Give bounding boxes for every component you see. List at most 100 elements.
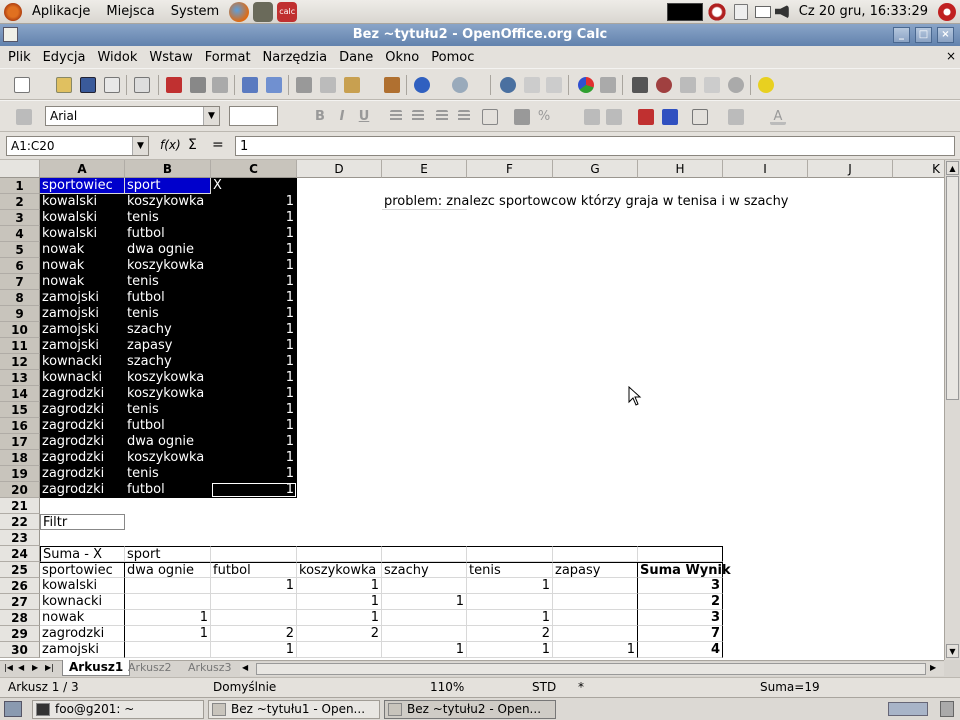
cell-a19[interactable]: zagrodzki — [40, 466, 125, 482]
cell-b5[interactable]: dwa ognie — [125, 242, 211, 258]
menu-format[interactable]: Format — [199, 50, 257, 65]
italic-icon[interactable]: I — [334, 109, 350, 125]
prev-sheet-icon[interactable]: ◀ — [18, 663, 24, 672]
column-header-h[interactable]: H — [638, 160, 723, 178]
pivot-value[interactable]: 1 — [297, 594, 382, 610]
scroll-up-arrow-icon[interactable]: ▲ — [946, 161, 959, 175]
next-sheet-icon[interactable]: ▶ — [32, 663, 38, 672]
save-icon[interactable] — [80, 77, 96, 93]
pivot-value[interactable]: 1 — [467, 642, 553, 658]
column-header-e[interactable]: E — [382, 160, 467, 178]
horizontal-scrollbar[interactable]: ◀ ▶ — [240, 662, 944, 676]
increase-indent-icon[interactable] — [662, 109, 678, 125]
borders-icon[interactable] — [692, 109, 708, 125]
cell-c8[interactable]: 1 — [211, 290, 297, 306]
column-header-f[interactable]: F — [467, 160, 553, 178]
cell-a5[interactable]: nowak — [40, 242, 125, 258]
pivot-col-header[interactable]: tenis — [467, 562, 553, 578]
row-header-21[interactable]: 21 — [0, 498, 40, 514]
pivot-value[interactable] — [382, 610, 467, 626]
pivot-value[interactable] — [553, 578, 638, 594]
cell-b14[interactable]: koszykowka — [125, 386, 211, 402]
pivot-header-blank[interactable] — [553, 546, 638, 562]
pivot-col-header[interactable]: dwa ognie — [125, 562, 211, 578]
maximize-button[interactable]: □ — [915, 27, 932, 43]
cell-b4[interactable]: futbol — [125, 226, 211, 242]
pivot-value[interactable]: 1 — [467, 610, 553, 626]
pivot-value[interactable] — [125, 578, 211, 594]
row-header-8[interactable]: 8 — [0, 290, 40, 306]
pivot-column-field[interactable]: sport — [125, 546, 211, 562]
function-button[interactable]: = — [212, 137, 224, 153]
pivot-row-label[interactable]: zagrodzki — [40, 626, 125, 642]
cell-b18[interactable]: koszykowka — [125, 450, 211, 466]
merge-cells-icon[interactable] — [482, 109, 498, 125]
window-titlebar[interactable]: Bez ~tytułu2 - OpenOffice.org Calc _ □ × — [0, 24, 960, 46]
export-pdf-icon[interactable] — [166, 77, 182, 93]
row-header-23[interactable]: 23 — [0, 530, 40, 546]
font-color-icon[interactable]: A — [770, 109, 786, 125]
gimp-launcher-icon[interactable] — [253, 1, 274, 22]
row-header-22[interactable]: 22 — [0, 514, 40, 530]
chevron-down-icon[interactable]: ▼ — [203, 107, 219, 125]
status-zoom[interactable]: 110% — [430, 680, 464, 694]
row-header-28[interactable]: 28 — [0, 610, 40, 626]
find-replace-icon[interactable] — [632, 77, 648, 93]
cell-c12[interactable]: 1 — [211, 354, 297, 370]
row-header-4[interactable]: 4 — [0, 226, 40, 242]
cell-e2-note[interactable]: problem: znalezc sportowcow którzy graja… — [382, 194, 789, 210]
cell-a7[interactable]: nowak — [40, 274, 125, 290]
row-header-27[interactable]: 27 — [0, 594, 40, 610]
cell-a2[interactable]: kowalski — [40, 194, 125, 210]
cell-c17[interactable]: 1 — [211, 434, 297, 450]
row-header-5[interactable]: 5 — [0, 242, 40, 258]
pivot-header-blank[interactable] — [297, 546, 382, 562]
row-header-26[interactable]: 26 — [0, 578, 40, 594]
row-header-7[interactable]: 7 — [0, 274, 40, 290]
row-header-29[interactable]: 29 — [0, 626, 40, 642]
cell-c20[interactable]: 1 — [211, 482, 297, 498]
menu-system[interactable]: System — [163, 0, 227, 24]
name-box-value[interactable]: A1:C20 — [11, 139, 55, 153]
pivot-value[interactable]: 3 — [638, 578, 723, 594]
pivot-header-blank[interactable] — [211, 546, 297, 562]
column-header-c[interactable]: C — [211, 160, 297, 178]
function-wizard-button[interactable]: f(x) — [160, 138, 181, 152]
paste-icon[interactable] — [344, 77, 360, 93]
vertical-scrollbar[interactable]: ▲ ▼ — [944, 160, 960, 660]
pivot-value[interactable] — [467, 594, 553, 610]
column-header-i[interactable]: I — [723, 160, 808, 178]
pivot-value[interactable] — [125, 594, 211, 610]
namebox-chevron-down-icon[interactable]: ▼ — [132, 137, 148, 155]
pivot-header-blank[interactable] — [382, 546, 467, 562]
hscroll-left-icon[interactable]: ◀ — [242, 663, 248, 672]
row-header-19[interactable]: 19 — [0, 466, 40, 482]
pivot-col-header[interactable]: szachy — [382, 562, 467, 578]
cell-b6[interactable]: koszykowka — [125, 258, 211, 274]
status-mode[interactable]: STD — [532, 680, 556, 694]
help-icon[interactable] — [758, 77, 774, 93]
cell-b1[interactable]: sport — [125, 178, 211, 194]
row-header-15[interactable]: 15 — [0, 402, 40, 418]
cell-a1[interactable]: sportowiec — [40, 178, 125, 194]
pivot-col-header[interactable]: Suma Wynik — [638, 562, 731, 578]
pivot-value[interactable]: 1 — [553, 642, 638, 658]
formula-input[interactable]: 1 — [235, 136, 955, 156]
hyperlink-icon[interactable] — [500, 77, 516, 93]
row-header-2[interactable]: 2 — [0, 194, 40, 210]
cell-c10[interactable]: 1 — [211, 322, 297, 338]
pivot-value[interactable]: 4 — [638, 642, 723, 658]
row-header-30[interactable]: 30 — [0, 642, 40, 658]
cell-c15[interactable]: 1 — [211, 402, 297, 418]
last-sheet-icon[interactable]: ▶| — [45, 663, 54, 672]
underline-icon[interactable]: U — [356, 109, 372, 125]
scroll-down-arrow-icon[interactable]: ▼ — [946, 644, 959, 658]
cell-b12[interactable]: szachy — [125, 354, 211, 370]
row-header-3[interactable]: 3 — [0, 210, 40, 226]
row-header-13[interactable]: 13 — [0, 370, 40, 386]
open-icon[interactable] — [56, 77, 72, 93]
volume-icon[interactable] — [774, 4, 789, 19]
pivot-value[interactable]: 2 — [638, 594, 723, 610]
pivot-value[interactable] — [211, 610, 297, 626]
menu-dane[interactable]: Dane — [333, 50, 379, 65]
